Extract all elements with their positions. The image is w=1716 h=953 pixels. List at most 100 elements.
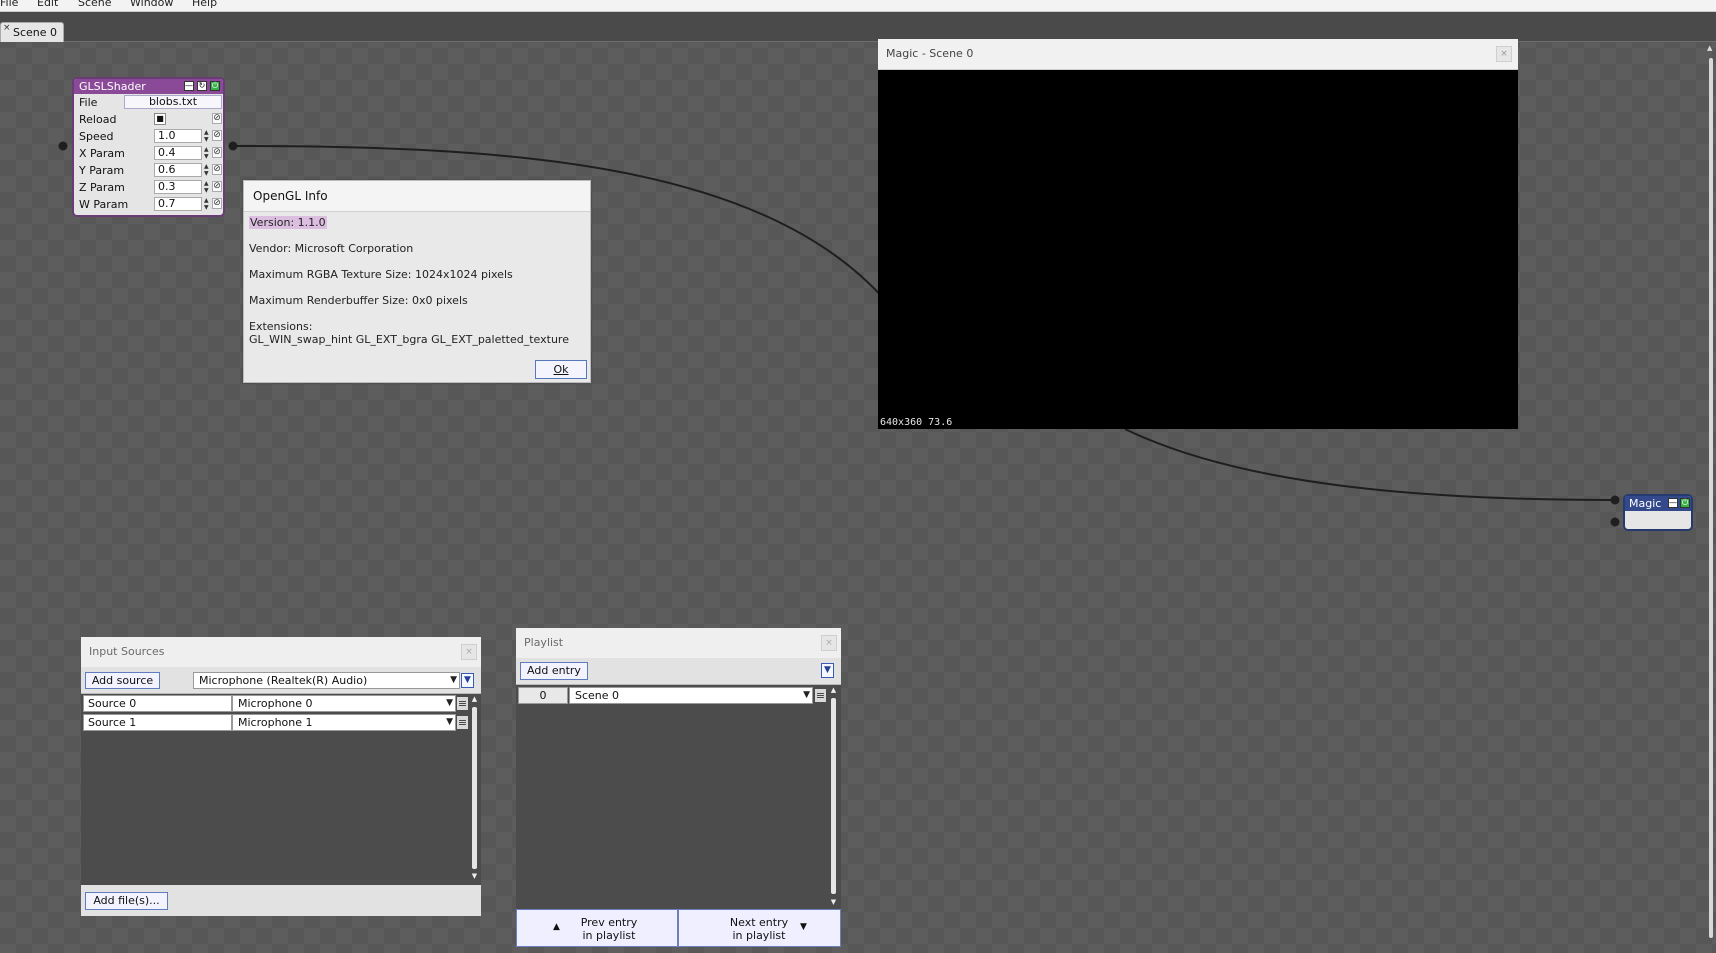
close-icon[interactable]: ×: [461, 644, 477, 660]
input-sources-scrollbar[interactable]: ▲ ▼: [470, 695, 479, 880]
entry-scene-select[interactable]: Scene 0 ▼: [569, 687, 813, 704]
hamburger-icon[interactable]: ≡: [457, 716, 468, 729]
spinner-icon[interactable]: ▲ ▼: [204, 129, 210, 143]
viewer-title: Magic - Scene 0: [886, 47, 974, 60]
tab-scene-0[interactable]: × Scene 0: [0, 22, 64, 42]
input-sources-title-bar[interactable]: Input Sources ×: [81, 637, 481, 668]
menu-scene[interactable]: Scene: [78, 0, 112, 9]
scroll-down-icon[interactable]: ▼: [470, 872, 479, 880]
link-icon[interactable]: ⊘: [212, 113, 222, 124]
minimize-icon[interactable]: —: [1668, 498, 1678, 508]
w-param-field[interactable]: 0.7: [154, 197, 202, 211]
file-field[interactable]: blobs.txt: [124, 95, 222, 109]
spinner-icon[interactable]: ▲ ▼: [204, 197, 210, 211]
minimize-icon[interactable]: —: [184, 81, 194, 91]
scroll-thumb[interactable]: [472, 707, 477, 869]
power-icon[interactable]: ⏻: [1680, 498, 1690, 508]
opengl-info-dialog: OpenGL Info Version: 1.1.0 Vendor: Micro…: [243, 180, 591, 383]
spinner-icon[interactable]: ▲ ▼: [204, 180, 210, 194]
playlist-scrollbar[interactable]: ▲ ▼: [829, 686, 838, 906]
scroll-down-icon[interactable]: ▼: [829, 898, 838, 906]
ok-button[interactable]: Ok: [535, 360, 587, 379]
source-name-cell[interactable]: Source 1: [83, 714, 232, 731]
device-select[interactable]: Microphone (Realtek(R) Audio) ▼: [193, 672, 460, 689]
spinner-icon[interactable]: ▲ ▼: [204, 146, 210, 160]
hamburger-icon[interactable]: ≡: [815, 689, 826, 702]
file-row: File blobs.txt: [74, 94, 223, 111]
z-param-field[interactable]: 0.3: [154, 180, 202, 194]
add-files-button[interactable]: Add file(s)...: [85, 892, 168, 910]
source-input-select[interactable]: Microphone 1 ▼: [232, 714, 456, 731]
input-sources-panel: Input Sources × Add source Microphone (R…: [81, 637, 481, 916]
x-param-field[interactable]: 0.4: [154, 146, 202, 160]
link-icon[interactable]: ⊘: [212, 164, 222, 175]
magic-output-node[interactable]: Magic — ⏻: [1623, 494, 1693, 531]
chevron-down-icon: ▼: [803, 690, 810, 700]
playlist-panel: Playlist × Add entry ▼ 0 Scene 0 ▼ ≡ ▲ ▼…: [516, 628, 841, 947]
reload-checkbox[interactable]: ■: [154, 113, 166, 125]
menu-file[interactable]: File: [0, 0, 18, 9]
prev-label-line2: in playlist: [582, 929, 636, 942]
link-icon[interactable]: ⊘: [212, 198, 222, 209]
next-entry-button[interactable]: Next entry in playlist ▼: [678, 909, 841, 947]
chevron-down-icon: ▼: [450, 675, 457, 685]
link-icon[interactable]: ⊘: [212, 181, 222, 192]
hamburger-icon[interactable]: ≡: [457, 697, 468, 710]
scroll-up-icon[interactable]: ▲: [470, 695, 479, 703]
source-name-cell[interactable]: Source 0: [83, 695, 232, 712]
link-icon[interactable]: ⊘: [212, 147, 222, 158]
glsl-shader-node[interactable]: GLSLShader — ↻ ⏻ File blobs.txt Reload ■…: [72, 77, 225, 217]
device-select-value: Microphone (Realtek(R) Audio): [199, 674, 368, 687]
entry-index: 0: [518, 687, 568, 704]
triangle-up-icon: ▲: [553, 922, 560, 932]
gl-version: Version: 1.1.0: [249, 216, 327, 229]
menu-edit[interactable]: Edit: [37, 0, 58, 9]
wire-viewer-to-magic: [1124, 428, 1615, 501]
glsl-node-header[interactable]: GLSLShader — ↻ ⏻: [74, 79, 223, 94]
reload-icon[interactable]: ↻: [197, 81, 207, 91]
playlist-title-bar[interactable]: Playlist ×: [516, 628, 841, 659]
chevron-down-icon[interactable]: ▼: [461, 673, 474, 688]
param-label: W Param: [79, 198, 129, 211]
playlist-footer: ▲ Prev entry in playlist Next entry in pla…: [516, 909, 841, 947]
gl-extensions-label: Extensions:: [249, 320, 313, 333]
menu-window[interactable]: Window: [130, 0, 173, 9]
scroll-thumb[interactable]: [1709, 58, 1713, 938]
param-row-z: Z Param 0.3 ▲ ▼ ⊘: [74, 179, 223, 196]
glsl-node-title: GLSLShader: [79, 80, 146, 93]
tab-close-icon[interactable]: ×: [3, 23, 11, 33]
close-icon[interactable]: ×: [821, 635, 837, 651]
menu-help[interactable]: Help: [192, 0, 217, 9]
link-icon[interactable]: ⊘: [212, 130, 222, 141]
magic-viewer-window: Magic - Scene 0 × 640x360 73.6: [878, 39, 1518, 429]
speed-field[interactable]: 1.0: [154, 129, 202, 143]
scroll-up-icon[interactable]: ▲: [1707, 44, 1712, 52]
canvas-scrollbar[interactable]: ▲: [1706, 44, 1716, 953]
chevron-down-icon: ▼: [446, 698, 453, 708]
chevron-down-icon[interactable]: ▼: [821, 663, 834, 678]
next-entry-label: Next entry in playlist: [719, 916, 799, 942]
param-row-x: X Param 0.4 ▲ ▼ ⊘: [74, 145, 223, 162]
close-icon[interactable]: ×: [1496, 46, 1512, 62]
y-param-field[interactable]: 0.6: [154, 163, 202, 177]
spinner-icon[interactable]: ▲ ▼: [204, 163, 210, 177]
dialog-title-bar[interactable]: OpenGL Info: [244, 181, 590, 212]
power-icon[interactable]: ⏻: [210, 81, 220, 91]
add-entry-button[interactable]: Add entry: [520, 662, 588, 680]
magic-node-header[interactable]: Magic — ⏻: [1625, 496, 1691, 511]
viewer-title-bar[interactable]: Magic - Scene 0 ×: [878, 39, 1518, 70]
param-label: Z Param: [79, 181, 125, 194]
scroll-thumb[interactable]: [831, 698, 836, 894]
gl-max-texture: Maximum RGBA Texture Size: 1024x1024 pix…: [249, 268, 513, 281]
reload-label: Reload: [79, 113, 117, 126]
prev-entry-button[interactable]: ▲ Prev entry in playlist: [516, 909, 678, 947]
scroll-up-icon[interactable]: ▲: [829, 686, 838, 694]
input-sources-toolbar: Add source Microphone (Realtek(R) Audio)…: [81, 667, 481, 694]
add-source-button[interactable]: Add source: [85, 672, 160, 689]
menu-bar: File Edit Scene Window Help: [0, 0, 1716, 12]
prev-entry-label: Prev entry in playlist: [569, 916, 649, 942]
param-row-speed: Speed 1.0 ▲ ▼ ⊘: [74, 128, 223, 145]
playlist-toolbar: Add entry ▼: [516, 658, 841, 685]
source-input-select[interactable]: Microphone 0 ▼: [232, 695, 456, 712]
viewer-status: 640x360 73.6: [880, 417, 953, 428]
